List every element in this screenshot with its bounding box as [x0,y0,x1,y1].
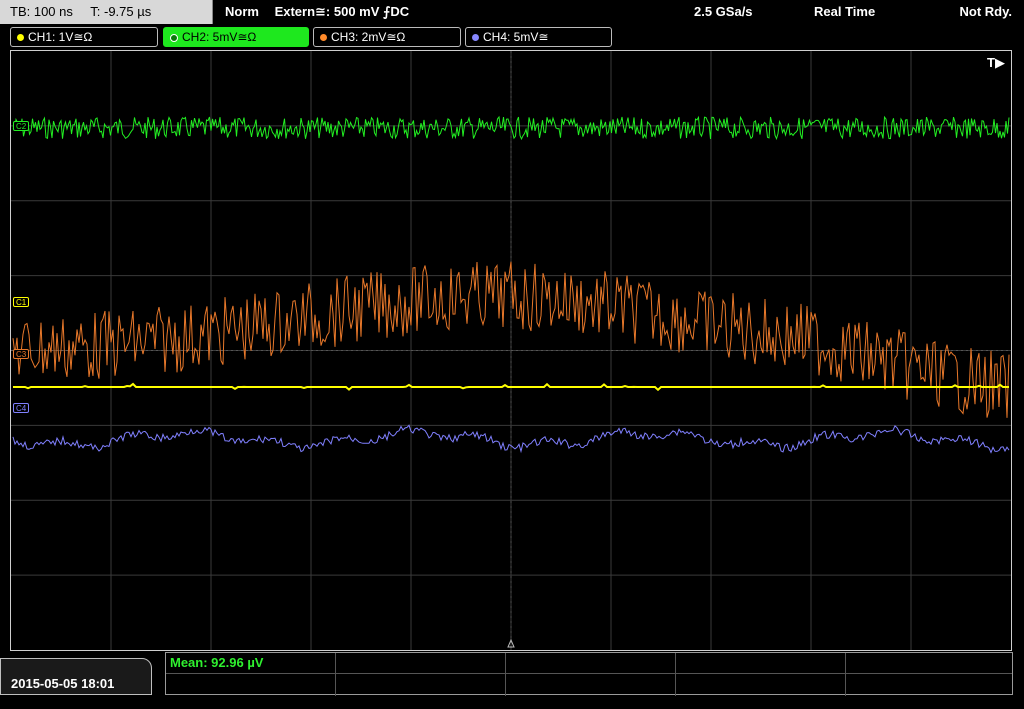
waveform-canvas [11,51,1011,650]
bottom-bar: 2015-05-05 18:01 Mean: 92.96 µV [0,652,1024,696]
waveform-display[interactable]: T▶ C2 C1 C3 C4 [10,50,1012,651]
channel-1-level-marker[interactable]: C1 [13,297,30,307]
channel-3-dot-icon [320,34,327,42]
trigger-mode-label: Norm [225,4,259,19]
acquisition-status: Not Rdy. [959,4,1012,19]
trigger-source-label: Extern≅: 500 mV ⨍DC [274,4,410,19]
trigger-time-label: T: -9.75 µs [90,4,152,19]
channel-1-dot-icon [17,34,24,42]
measurement-cell [336,653,506,696]
channel-4-button[interactable]: CH4: 5mV≅ [465,27,612,47]
sample-rate-label[interactable]: 2.5 GSa/s [694,0,753,24]
mean-measurement: Mean: 92.96 µV [170,655,264,670]
channel-3-level-marker[interactable]: C3 [13,349,30,359]
timebase-label: TB: 100 ns [10,4,73,19]
date-time: 2015-05-05 18:01 [0,658,152,695]
trigger-panel[interactable]: Norm Extern≅: 500 mV ⨍DC [225,0,421,24]
measurement-panel[interactable]: Mean: 92.96 µV [165,652,1013,696]
channel-4-label: CH4: 5mV≅ [483,30,549,44]
channel-2-level-marker[interactable]: C2 [13,121,30,131]
channel-3-label: CH3: 2mV≅Ω [331,30,406,44]
channel-4-level-marker[interactable]: C4 [13,403,30,413]
graticule-grid [11,51,1011,650]
channel-bar: CH1: 1V≅Ω CH2: 5mV≅Ω CH3: 2mV≅Ω CH4: 5mV… [0,25,1024,49]
trigger-position-marker: T▶ [987,55,1005,70]
channel-2-dot-icon [170,33,178,42]
channel-3-button[interactable]: CH3: 2mV≅Ω [313,27,461,47]
channel-2-button[interactable]: CH2: 5mV≅Ω [163,27,309,47]
acquisition-mode-label[interactable]: Real Time [814,0,875,24]
measurement-cell [506,653,676,696]
channel-1-button[interactable]: CH1: 1V≅Ω [10,27,158,47]
top-status-bar: TB: 100 ns T: -9.75 µs Norm Extern≅: 500… [0,0,1024,24]
timebase-panel[interactable]: TB: 100 ns T: -9.75 µs [0,0,213,24]
channel-4-dot-icon [472,34,479,42]
channel-1-label: CH1: 1V≅Ω [28,30,93,44]
measurement-cell [676,653,846,696]
channel-2-label: CH2: 5mV≅Ω [182,30,257,44]
